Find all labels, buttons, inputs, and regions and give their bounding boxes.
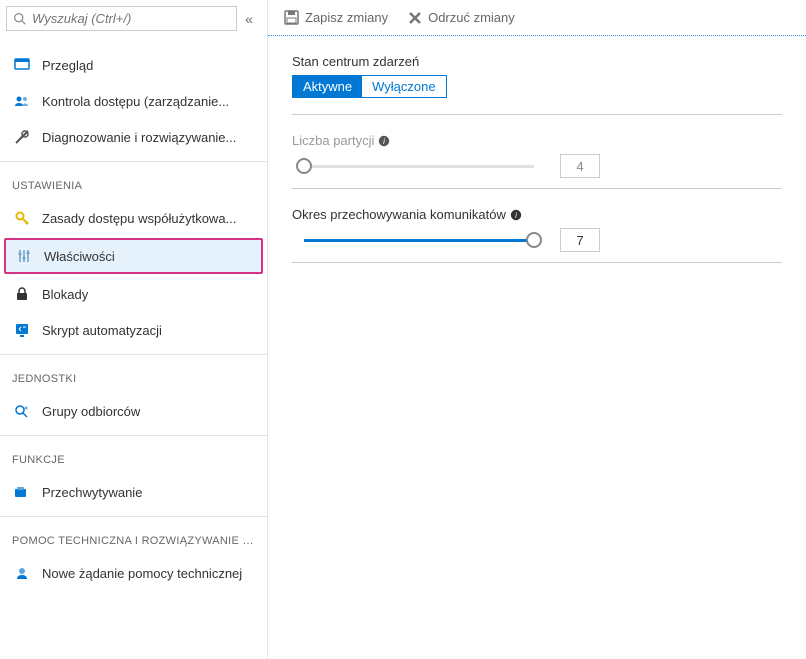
state-label: Stan centrum zdarzeń [292,54,782,69]
collapse-sidebar-button[interactable]: « [237,11,261,27]
sidebar-item-label: Zasady dostępu współużytkowa... [42,211,236,226]
section-header-settings: USTAWIENIA [0,161,267,200]
retention-label: Okres przechowywania komunikatów i [292,207,782,222]
sidebar-item-shared-access[interactable]: Zasady dostępu współużytkowa... [0,200,267,236]
search-icon [13,12,26,25]
sidebar-item-capture[interactable]: Przechwytywanie [0,474,267,510]
info-icon[interactable]: i [378,135,390,147]
sidebar-item-new-support-request[interactable]: Nowe żądanie pomocy technicznej [0,555,267,591]
section-header-support: POMOC TECHNICZNA I ROZWIĄZYWANIE P... [0,516,267,555]
content-panel: Zapisz zmiany Odrzuć zmiany Stan centrum… [268,0,806,659]
partitions-slider-row: 4 [292,154,782,178]
retention-slider-row: 7 [292,228,782,252]
lock-icon [12,286,32,302]
state-toggle[interactable]: Aktywne Wyłączone [292,75,447,98]
sidebar-item-label: Diagnozowanie i rozwiązywanie... [42,130,236,145]
sidebar-item-locks[interactable]: Blokady [0,276,267,312]
script-icon [12,322,32,338]
capture-icon [12,484,32,500]
sliders-icon [14,248,34,264]
sidebar-item-label: Nowe żądanie pomocy technicznej [42,566,242,581]
discard-icon [408,11,422,25]
form-panel: Stan centrum zdarzeń Aktywne Wyłączone L… [268,36,806,299]
overview-icon [12,57,32,73]
partitions-value: 4 [560,154,600,178]
sidebar-item-label: Właściwości [44,249,115,264]
state-option-disabled[interactable]: Wyłączone [362,76,445,97]
retention-slider[interactable] [304,239,534,242]
search-input[interactable] [32,11,230,26]
tools-icon [12,129,32,145]
sidebar-item-access-control[interactable]: Kontrola dostępu (zarządzanie... [0,83,267,119]
search-box[interactable] [6,6,237,31]
group-icon [12,403,32,419]
partitions-label: Liczba partycji i [292,133,782,148]
save-button[interactable]: Zapisz zmiany [284,10,388,25]
section-header-features: FUNKCJE [0,435,267,474]
sidebar-item-consumer-groups[interactable]: Grupy odbiorców [0,393,267,429]
people-icon [12,93,32,109]
divider [292,262,782,263]
toolbar: Zapisz zmiany Odrzuć zmiany [268,0,806,36]
sidebar-item-label: Przechwytywanie [42,485,142,500]
key-icon [12,210,32,226]
sidebar-item-properties[interactable]: Właściwości [4,238,263,274]
slider-thumb[interactable] [526,232,542,248]
sidebar-item-label: Grupy odbiorców [42,404,140,419]
discard-button[interactable]: Odrzuć zmiany [408,10,515,25]
save-label: Zapisz zmiany [305,10,388,25]
sidebar-item-label: Blokady [42,287,88,302]
partitions-slider [304,165,534,168]
discard-label: Odrzuć zmiany [428,10,515,25]
divider [292,188,782,189]
section-header-entities: JEDNOSTKI [0,354,267,393]
retention-value[interactable]: 7 [560,228,600,252]
sidebar: « Przegląd Kontrola dostępu (zarządzanie… [0,0,268,659]
search-row: « [0,0,267,37]
svg-text:i: i [515,211,517,220]
slider-thumb [296,158,312,174]
sidebar-item-label: Przegląd [42,58,93,73]
state-option-active[interactable]: Aktywne [293,76,362,97]
divider [292,114,782,115]
sidebar-item-diagnose[interactable]: Diagnozowanie i rozwiązywanie... [0,119,267,155]
sidebar-item-overview[interactable]: Przegląd [0,47,267,83]
sidebar-item-label: Skrypt automatyzacji [42,323,162,338]
sidebar-item-automation-script[interactable]: Skrypt automatyzacji [0,312,267,348]
sidebar-menu: Przegląd Kontrola dostępu (zarządzanie..… [0,37,267,591]
svg-text:i: i [383,137,385,146]
info-icon[interactable]: i [510,209,522,221]
support-icon [12,565,32,581]
sidebar-item-label: Kontrola dostępu (zarządzanie... [42,94,229,109]
save-icon [284,10,299,25]
